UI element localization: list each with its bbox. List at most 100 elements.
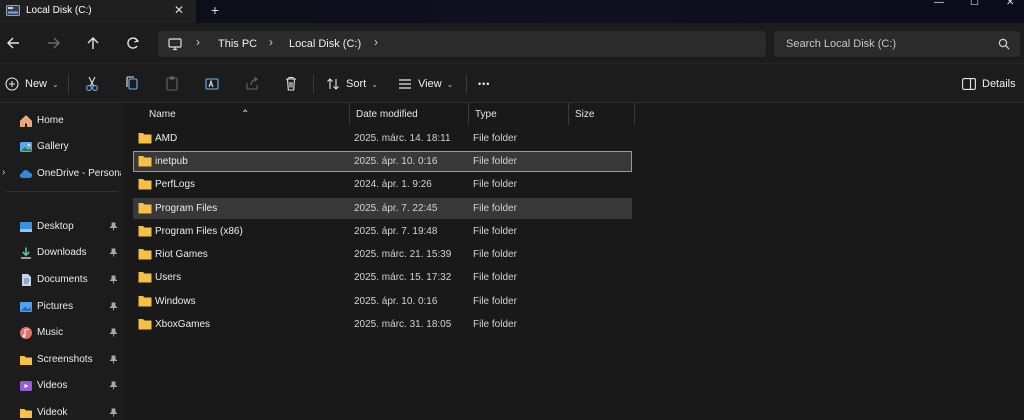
sidebar-item-videos[interactable]: Videos (0, 376, 123, 396)
pin-icon[interactable] (109, 355, 118, 364)
file-name: XboxGames (155, 319, 211, 330)
new-label: New (25, 78, 48, 90)
documents-icon (22, 274, 31, 286)
file-date: 2024. ápr. 1. 9:26 (354, 179, 432, 190)
search-icon (998, 38, 1010, 50)
file-name: Program Files (155, 203, 218, 214)
pin-icon[interactable] (109, 275, 118, 284)
home-icon (20, 115, 32, 127)
file-name: Users (155, 272, 182, 283)
drive-icon (6, 5, 20, 16)
sidebar-item-label: Gallery (37, 141, 69, 152)
sidebar-item-pictures[interactable]: Pictures (0, 297, 123, 317)
pin-icon[interactable] (109, 328, 118, 337)
gallery-icon (20, 142, 32, 152)
file-type: File folder (473, 156, 517, 167)
sidebar-item-gallery[interactable]: Gallery (0, 137, 123, 157)
copy-icon[interactable] (125, 75, 139, 93)
sidebar-item-desktop[interactable]: Desktop (0, 217, 123, 237)
more-icon: ••• (478, 79, 491, 89)
column-header-date[interactable]: Date modified (350, 103, 469, 125)
maximize-button[interactable]: ☐ (954, 0, 994, 8)
breadcrumb-this-pc[interactable]: This PC (218, 38, 257, 50)
details-label: Details (982, 78, 1016, 90)
file-date: 2025. ápr. 10. 0:16 (354, 296, 438, 307)
sort-label: Sort (346, 78, 367, 90)
file-date: 2025. ápr. 10. 0:16 (354, 156, 438, 167)
title-bar: Local Disk (C:) ✕ + — ☐ ✕ (0, 0, 1024, 23)
refresh-icon[interactable] (122, 33, 144, 53)
delete-icon[interactable] (284, 75, 298, 93)
column-header-name[interactable]: Name ⌃ (143, 103, 350, 125)
pin-icon[interactable] (109, 222, 118, 231)
pin-icon[interactable] (109, 381, 118, 390)
sidebar-item-downloads[interactable]: Downloads (0, 243, 123, 263)
table-row[interactable]: Riot Games 2025. márc. 21. 15:39 File fo… (133, 244, 632, 265)
view-button[interactable]: View ⌄ (398, 75, 453, 93)
new-tab-button[interactable]: + (208, 2, 222, 18)
column-size-label: Size (575, 109, 595, 120)
search-box[interactable]: Search Local Disk (C:) (774, 31, 1020, 57)
folder-icon (138, 156, 152, 167)
search-input[interactable]: Search Local Disk (C:) (786, 38, 896, 50)
chevron-right-icon[interactable]: › (2, 167, 5, 178)
close-button[interactable]: ✕ (990, 0, 1024, 8)
file-name: PerfLogs (155, 179, 196, 190)
column-header-type[interactable]: Type (469, 103, 569, 125)
sidebar-item-videok[interactable]: Videok (0, 403, 123, 420)
tab-local-disk[interactable]: Local Disk (C:) ✕ (0, 0, 196, 23)
address-bar[interactable]: › This PC › Local Disk (C:) › (158, 31, 766, 57)
details-pane-icon (962, 78, 976, 90)
tab-close-icon[interactable]: ✕ (172, 3, 186, 17)
table-row[interactable]: Windows 2025. ápr. 10. 0:16 File folder (133, 291, 632, 312)
file-name: Windows (155, 296, 196, 307)
pin-icon[interactable] (109, 302, 118, 311)
sidebar-item-screenshots[interactable]: Screenshots (0, 350, 123, 370)
pictures-icon (20, 302, 32, 312)
more-options-button[interactable]: ••• (478, 75, 490, 93)
navigation-bar: › This PC › Local Disk (C:) › Search Loc… (0, 23, 1024, 63)
chevron-right-icon[interactable]: › (374, 35, 378, 49)
back-arrow-icon[interactable] (3, 33, 25, 53)
folder-icon (20, 409, 32, 418)
table-row[interactable]: inetpub 2025. ápr. 10. 0:16 File folder (133, 151, 632, 172)
details-pane-button[interactable]: Details (962, 75, 1016, 93)
share-icon[interactable] (245, 75, 259, 93)
up-arrow-icon[interactable] (82, 33, 104, 53)
minimize-button[interactable]: — (918, 0, 958, 8)
breadcrumb-local-disk[interactable]: Local Disk (C:) (289, 38, 361, 50)
new-button[interactable]: New ⌄ (5, 75, 59, 93)
column-header-size[interactable]: Size (569, 103, 635, 125)
folder-icon (138, 179, 152, 190)
cut-icon[interactable] (85, 75, 99, 93)
column-name-label: Name (149, 109, 176, 120)
forward-arrow-icon[interactable] (42, 33, 64, 53)
folder-icon (138, 319, 152, 330)
table-row[interactable]: AMD 2025. márc. 14. 18:11 File folder (133, 128, 632, 149)
downloads-icon (21, 247, 31, 259)
sidebar-item-music[interactable]: Music (0, 323, 123, 343)
paste-icon[interactable] (165, 75, 179, 93)
table-row[interactable]: XboxGames 2025. márc. 31. 18:05 File fol… (133, 314, 632, 335)
table-row[interactable]: Users 2025. márc. 15. 17:32 File folder (133, 267, 632, 288)
chevron-down-icon: ⌄ (446, 79, 454, 89)
plus-circle-icon (5, 77, 19, 91)
sidebar-item-label: OneDrive - Persona (37, 168, 121, 179)
sidebar-item-home[interactable]: Home (0, 111, 123, 131)
sidebar-item-onedrive[interactable]: › OneDrive - Persona (0, 164, 123, 184)
navigation-pane: Home Gallery › OneDrive - Persona Deskto… (0, 103, 123, 420)
folder-icon (20, 356, 32, 365)
table-row[interactable]: PerfLogs 2024. ápr. 1. 9:26 File folder (133, 174, 632, 195)
file-date: 2025. ápr. 7. 22:45 (354, 203, 438, 214)
table-row[interactable]: Program Files (x86) 2025. ápr. 7. 19:48 … (133, 221, 632, 242)
rename-icon[interactable] (205, 75, 219, 93)
sidebar-item-documents[interactable]: Documents (0, 270, 123, 290)
file-type: File folder (473, 203, 517, 214)
table-row[interactable]: Program Files 2025. ápr. 7. 22:45 File f… (133, 198, 632, 219)
cloud-icon (19, 170, 33, 179)
monitor-icon (168, 38, 182, 51)
pin-icon[interactable] (109, 248, 118, 257)
file-type: File folder (473, 272, 517, 283)
sort-button[interactable]: Sort ⌄ (326, 75, 378, 93)
pin-icon[interactable] (109, 408, 118, 417)
